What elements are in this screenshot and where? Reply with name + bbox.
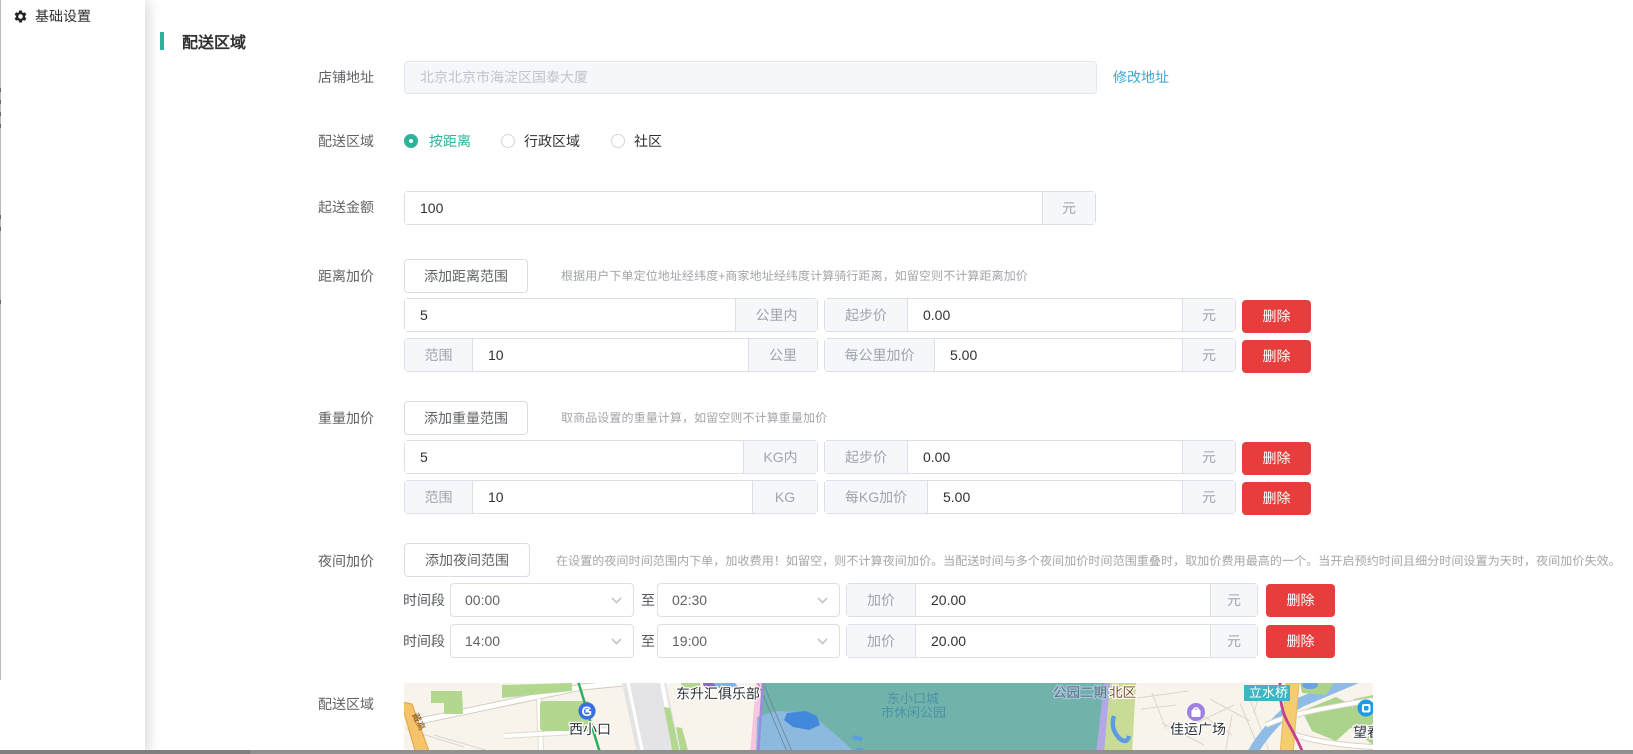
svg-text:佳运广场: 佳运广场 xyxy=(1170,721,1226,737)
svg-text:公园二期: 公园二期 xyxy=(1053,685,1107,700)
svg-text:市休闲公园: 市休闲公园 xyxy=(881,705,946,720)
svg-text:东小口城: 东小口城 xyxy=(887,691,939,706)
svg-text:望春: 望春 xyxy=(1353,724,1373,740)
svg-text:立水桥: 立水桥 xyxy=(1249,685,1288,700)
svg-text:西小口: 西小口 xyxy=(569,721,611,737)
svg-text:北区: 北区 xyxy=(1109,685,1136,700)
svg-text:东升汇俱乐部: 东升汇俱乐部 xyxy=(676,686,760,702)
